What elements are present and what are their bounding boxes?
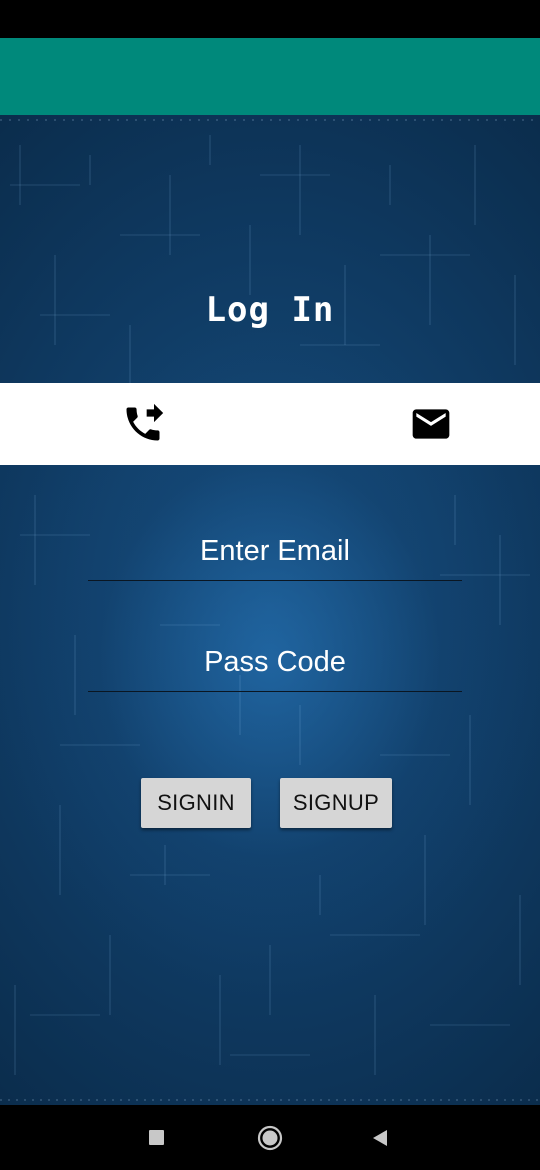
back-icon	[373, 1129, 387, 1146]
email-field	[88, 529, 462, 581]
home-button[interactable]	[240, 1105, 300, 1170]
tab-phone[interactable]	[8, 383, 278, 465]
back-button[interactable]	[350, 1105, 410, 1170]
passcode-underline	[88, 691, 462, 692]
passcode-field	[88, 640, 462, 692]
page-title: Log In	[205, 290, 335, 330]
passcode-input[interactable]	[88, 640, 462, 684]
status-bar	[0, 0, 540, 38]
recent-apps-icon	[149, 1129, 164, 1145]
login-screen: Log In SIGNIN SIGNUP	[0, 115, 540, 1105]
login-method-tabs	[0, 383, 540, 465]
email-underline	[88, 580, 462, 581]
signin-button[interactable]: SIGNIN	[141, 778, 251, 828]
home-icon	[257, 1125, 283, 1150]
system-navigation-bar	[0, 1105, 540, 1170]
email-input[interactable]	[88, 529, 462, 573]
textured-background	[0, 119, 540, 1101]
tab-email[interactable]	[296, 383, 540, 465]
recent-apps-button[interactable]	[127, 1105, 187, 1170]
signup-button[interactable]: SIGNUP	[280, 778, 392, 828]
app-bar	[0, 38, 540, 115]
mail-icon	[412, 409, 450, 439]
phone-forwarded-icon	[126, 403, 164, 441]
